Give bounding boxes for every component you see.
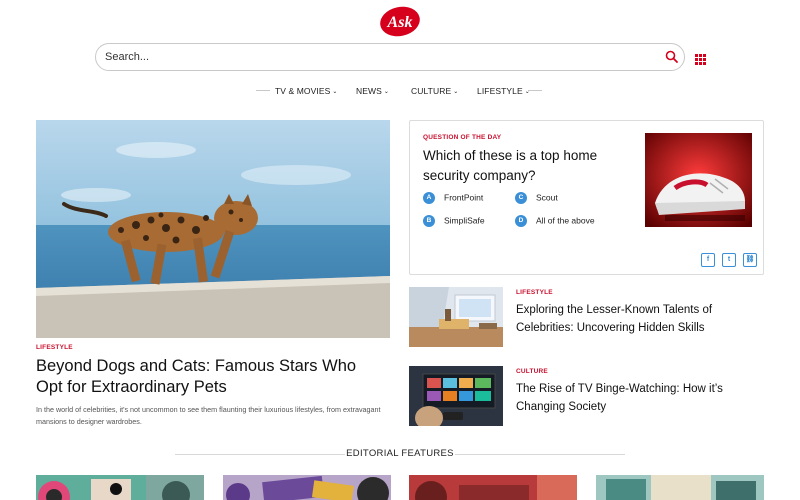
nav-item-label: LIFESTYLE <box>477 86 523 96</box>
logo-text: Ask <box>387 14 413 31</box>
search-bar <box>95 43 685 71</box>
editorial-divider-right <box>455 454 625 455</box>
answer-text: All of the above <box>536 215 595 226</box>
qotd-image <box>645 133 752 227</box>
chevron-down-icon: ⌄ <box>453 89 459 95</box>
search-input[interactable] <box>105 44 645 70</box>
answer-b[interactable]: B SimpliSafe <box>423 215 485 227</box>
question-of-the-day-card: QUESTION OF THE DAY Which of these is a … <box>409 120 764 275</box>
answer-a[interactable]: A FrontPoint <box>423 192 483 204</box>
editorial-features-header: EDITORIAL FEATURES <box>0 448 800 460</box>
side-article-2-category[interactable]: CULTURE <box>516 368 548 375</box>
qotd-label: QUESTION OF THE DAY <box>423 134 502 141</box>
side-article-2-image[interactable] <box>409 366 503 426</box>
link-icon[interactable]: ⛓ <box>743 253 757 267</box>
hero-image[interactable] <box>36 120 390 338</box>
chevron-down-icon: ⌄ <box>383 89 390 95</box>
hero-description: In the world of celebrities, it's not un… <box>36 405 381 426</box>
side-article-2-title[interactable]: The Rise of TV Binge-Watching: How it’s … <box>516 381 756 416</box>
nav-divider-right <box>528 90 542 91</box>
answer-text: SimpliSafe <box>444 215 485 226</box>
nav-item-label: CULTURE <box>411 86 452 96</box>
answer-letter: A <box>423 192 435 204</box>
answer-text: Scout <box>536 192 558 203</box>
nav-item-tv-movies[interactable]: TV & MOVIES ⌄ <box>275 86 338 96</box>
main-nav: TV & MOVIES ⌄ NEWS ⌄ CULTURE ⌄ LIFESTYLE ⌄ <box>0 84 800 98</box>
answer-text: FrontPoint <box>444 192 484 203</box>
editorial-features-label: EDITORIAL FEATURES <box>346 448 454 459</box>
answer-c[interactable]: C Scout <box>515 192 558 204</box>
answer-d[interactable]: D All of the above <box>515 215 595 227</box>
nav-item-label: NEWS <box>356 86 382 96</box>
answer-letter: D <box>515 215 527 227</box>
side-article-1-category[interactable]: LIFESTYLE <box>516 289 553 296</box>
hero-category[interactable]: LIFESTYLE <box>36 344 73 351</box>
chevron-down-icon: ⌄ <box>332 89 338 95</box>
editorial-thumbnail-2[interactable] <box>223 475 391 500</box>
editorial-thumbnail-4[interactable] <box>596 475 764 500</box>
nav-item-news[interactable]: NEWS ⌄ <box>356 86 389 96</box>
apps-grid-icon[interactable] <box>695 52 706 65</box>
editorial-thumbnail-3[interactable] <box>409 475 577 500</box>
facebook-icon[interactable]: f <box>701 253 715 267</box>
twitter-icon[interactable]: t <box>722 253 736 267</box>
hero-title[interactable]: Beyond Dogs and Cats: Famous Stars Who O… <box>36 356 386 398</box>
nav-item-culture[interactable]: CULTURE ⌄ <box>411 86 458 96</box>
side-article-1-title[interactable]: Exploring the Lesser-Known Talents of Ce… <box>516 302 756 337</box>
nav-divider-left <box>256 90 270 91</box>
answer-letter: C <box>515 192 527 204</box>
qotd-question: Which of these is a top home security co… <box>423 148 598 183</box>
search-icon[interactable] <box>665 50 679 64</box>
side-article-1-image[interactable] <box>409 287 503 347</box>
editorial-thumbnail-1[interactable] <box>36 475 204 500</box>
ask-logo[interactable]: Ask <box>379 6 421 37</box>
nav-item-label: TV & MOVIES <box>275 86 331 96</box>
answer-letter: B <box>423 215 435 227</box>
nav-item-lifestyle[interactable]: LIFESTYLE ⌄ <box>477 86 530 96</box>
